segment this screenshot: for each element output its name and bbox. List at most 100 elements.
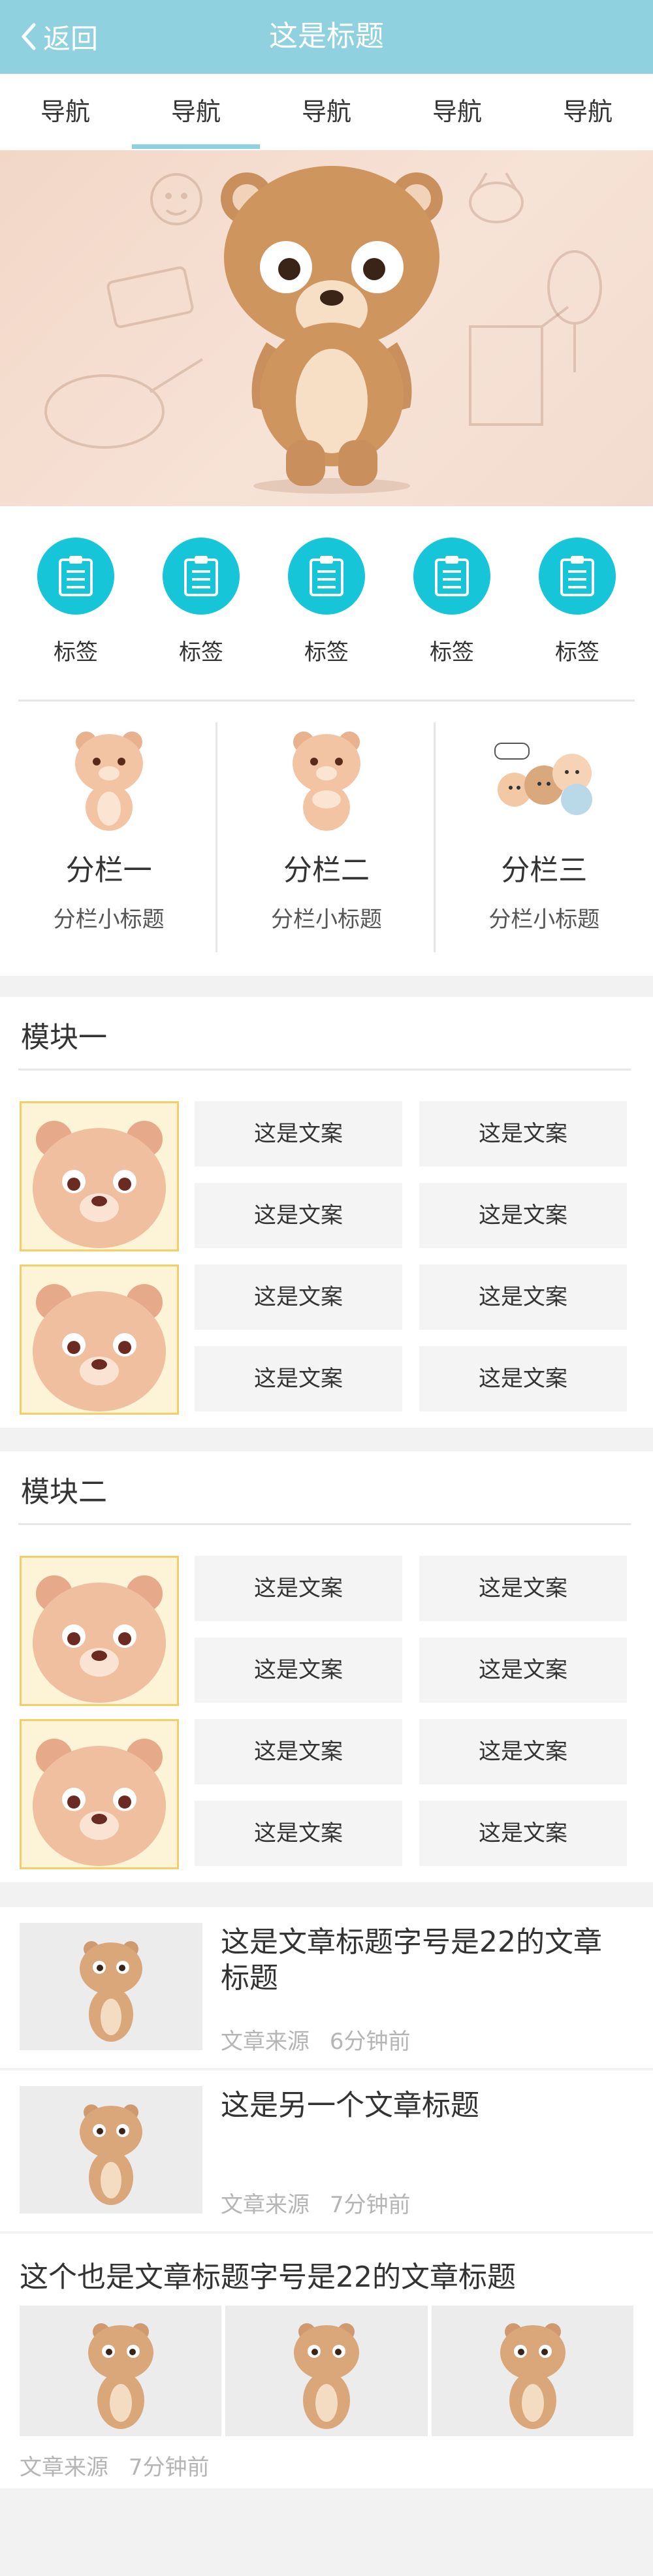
bear-plush-image	[88, 2323, 153, 2429]
tag-label: 标签	[430, 639, 474, 666]
tag-label: 标签	[555, 639, 599, 666]
article-item[interactable]: 这是另一个文章标题 文章来源 7分钟前	[0, 2070, 653, 2231]
copy-button[interactable]: 这是文案	[195, 1346, 402, 1411]
copy-button[interactable]: 这是文案	[195, 1183, 402, 1248]
copy-button[interactable]: 这是文案	[419, 1264, 627, 1330]
nav-tab[interactable]: 导航	[0, 74, 131, 150]
article-title: 这个也是文章标题字号是22的文章标题	[20, 2261, 516, 2294]
module-title: 模块二	[21, 1475, 107, 1509]
doodle-icon	[547, 250, 602, 372]
gallery-image	[431, 2306, 633, 2436]
nav-tabs: 导航 导航 导航 导航 导航	[0, 74, 653, 150]
clipboard-icon	[539, 538, 616, 615]
bear-plush-image	[80, 2104, 142, 2205]
clipboard-icon	[163, 538, 240, 615]
copy-button[interactable]: 这是文案	[195, 1556, 402, 1621]
tag-item[interactable]: 标签	[403, 506, 501, 669]
column-item[interactable]: 分栏三 分栏小标题	[436, 728, 653, 976]
doodle-icon	[150, 173, 202, 225]
column-subtitle: 分栏小标题	[488, 907, 600, 933]
module-row: 这是文案 这是文案 这是文案 这是文案	[20, 1719, 633, 1882]
copy-button[interactable]: 这是文案	[419, 1183, 627, 1248]
copy-button[interactable]: 这是文案	[419, 1719, 627, 1784]
divider	[18, 1069, 631, 1071]
article-meta: 文章来源 6分钟前	[221, 2023, 410, 2055]
column-title: 分栏一	[65, 854, 152, 887]
copy-button[interactable]: 这是文案	[195, 1801, 402, 1866]
bear-face-image	[33, 1121, 166, 1248]
module-row: 这是文案 这是文案 这是文案 这是文案	[20, 1264, 633, 1428]
nav-tab[interactable]: 导航	[522, 74, 653, 150]
bear-thumbnail[interactable]	[20, 1101, 179, 1251]
nav-tab-active[interactable]: 导航	[131, 74, 261, 150]
cartoon-group-image	[494, 743, 593, 815]
article-title: 这是另一个文章标题	[221, 2089, 479, 2122]
tag-item[interactable]: 标签	[27, 506, 125, 669]
tag-item[interactable]: 标签	[278, 506, 375, 669]
article-meta: 文章来源 7分钟前	[20, 2449, 209, 2481]
article-source: 文章来源	[20, 2455, 108, 2481]
doodle-icon	[44, 358, 204, 449]
bear-plush-image	[221, 166, 443, 494]
column-item[interactable]: 分栏一 分栏小标题	[0, 722, 218, 976]
module-row: 这是文案 这是文案 这是文案 这是文案	[20, 1556, 633, 1719]
column-title: 分栏二	[283, 854, 370, 887]
article-time: 6分钟前	[329, 2029, 411, 2055]
nav-tab[interactable]: 导航	[261, 74, 392, 150]
tag-label: 标签	[304, 639, 349, 666]
copy-button[interactable]: 这是文案	[419, 1801, 627, 1866]
bear-thumbnail[interactable]	[20, 1264, 179, 1415]
module-one: 模块一 这是文案 这是文案 这是文案 这是文案 这是文案 这是文案 这是文案 这…	[0, 997, 653, 1428]
spacer	[0, 669, 653, 701]
gallery-image	[20, 2306, 222, 2436]
column-subtitle: 分栏小标题	[270, 907, 382, 933]
bear-plush-image	[80, 1941, 142, 2042]
article-source: 文章来源	[221, 2029, 310, 2055]
article-gallery	[20, 2306, 633, 2436]
copy-button[interactable]: 这是文案	[195, 1719, 402, 1784]
divider	[18, 1523, 631, 1525]
column-item[interactable]: 分栏二 分栏小标题	[217, 722, 436, 976]
header-bar: 返回 这是标题	[0, 0, 653, 74]
bear-thumbnail[interactable]	[20, 1556, 179, 1706]
column-subtitle: 分栏小标题	[53, 907, 165, 933]
article-item-gallery[interactable]: 这个也是文章标题字号是22的文章标题 文章来源 7分钟前	[0, 2234, 653, 2488]
copy-button[interactable]: 这是文案	[195, 1637, 402, 1703]
copy-button[interactable]: 这是文案	[195, 1101, 402, 1167]
tag-item[interactable]: 标签	[528, 506, 626, 669]
page-title: 这是标题	[269, 20, 384, 53]
bear-thumbnail[interactable]	[20, 1719, 179, 1869]
copy-button[interactable]: 这是文案	[419, 1637, 627, 1703]
clipboard-icon	[288, 538, 365, 615]
column-title: 分栏三	[501, 854, 588, 887]
copy-button[interactable]: 这是文案	[195, 1264, 402, 1330]
bear-face-image	[33, 1739, 166, 1866]
bear-cartoon-image	[292, 732, 360, 831]
module-title: 模块一	[21, 1021, 107, 1054]
nav-tab[interactable]: 导航	[392, 74, 522, 150]
tag-item[interactable]: 标签	[152, 506, 250, 669]
article-meta: 文章来源 7分钟前	[221, 2187, 410, 2219]
article-item[interactable]: 这是文章标题字号是22的文章标题 文章来源 6分钟前	[0, 1907, 653, 2068]
copy-button[interactable]: 这是文案	[419, 1346, 627, 1411]
bear-cartoon-image	[74, 732, 143, 831]
bear-face-image	[33, 1575, 166, 1703]
tag-icon-row: 标签 标签 标签 标签 标签	[0, 506, 653, 669]
article-title: 这是文章标题字号是22的文章标题	[221, 1925, 602, 1995]
column-section: 分栏一 分栏小标题 分栏二 分栏小标题 分栏三 分栏小标题	[0, 701, 653, 976]
copy-button[interactable]: 这是文案	[419, 1101, 627, 1167]
copy-button[interactable]: 这是文案	[419, 1556, 627, 1621]
bear-plush-image	[294, 2323, 360, 2429]
clipboard-icon	[413, 538, 490, 615]
bear-face-image	[33, 1284, 166, 1411]
gallery-image	[225, 2306, 428, 2436]
module-two: 模块二 这是文案 这是文案 这是文案 这是文案 这是文案 这是文案 这是文案 这…	[0, 1451, 653, 1882]
doodle-icon	[106, 266, 194, 329]
tag-label: 标签	[54, 639, 98, 666]
article-time: 7分钟前	[128, 2455, 210, 2481]
clipboard-icon	[37, 538, 114, 615]
banner-image[interactable]	[0, 150, 653, 506]
page: 返回 这是标题 导航 导航 导航 导航 导航 标签 标签 标签 标签 标签 分栏…	[0, 0, 653, 2576]
bear-plush-image	[500, 2323, 565, 2429]
doodle-icon	[469, 172, 524, 223]
